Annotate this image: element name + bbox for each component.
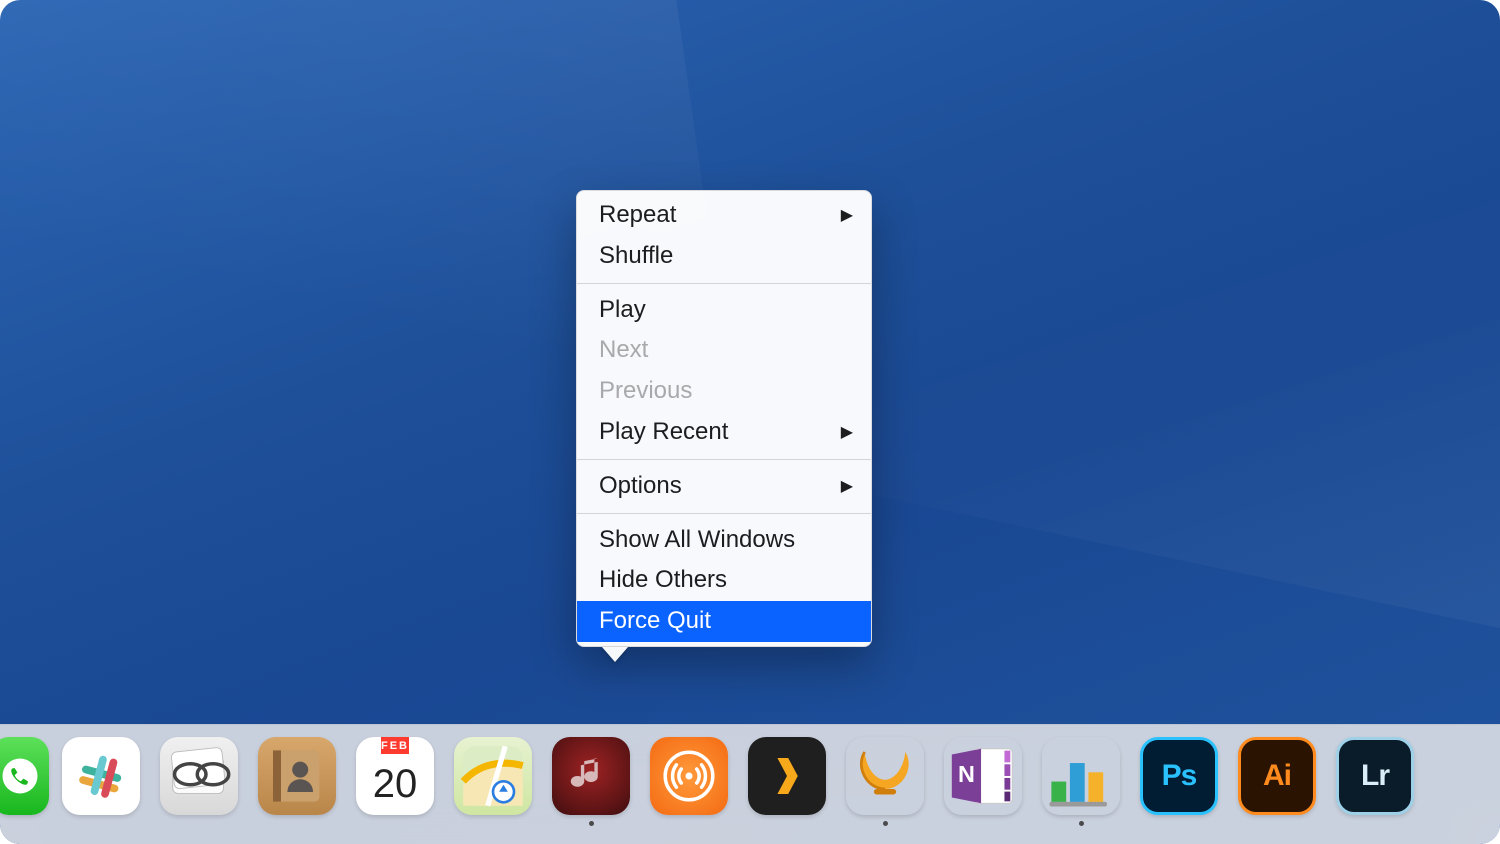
dock-app-onenote[interactable]: N [940, 737, 1026, 826]
menu-item-options[interactable]: Options ▶ [577, 466, 871, 507]
dock-app-slack[interactable] [58, 737, 144, 826]
menu-item-label: Play [599, 293, 646, 328]
menu-item-next: Next [577, 330, 871, 371]
menu-item-label: Repeat [599, 198, 676, 233]
dock: FEB 20 [0, 724, 1500, 844]
menu-item-previous: Previous [577, 371, 871, 412]
submenu-chevron-icon: ▶ [841, 475, 853, 498]
dock-app-illustrator[interactable]: Ai [1234, 737, 1320, 826]
dock-app-prettytunes[interactable] [842, 737, 928, 826]
menu-item-show-all-windows[interactable]: Show All Windows [577, 520, 871, 561]
dock-app-calendar[interactable]: FEB 20 [352, 737, 438, 826]
readkit-icon [160, 737, 238, 815]
menu-item-hide-others[interactable]: Hide Others [577, 560, 871, 601]
illustrator-label: Ai [1263, 759, 1291, 793]
facetime-icon [0, 737, 49, 815]
dock-app-numbers[interactable] [1038, 737, 1124, 826]
calendar-month-label: FEB [381, 737, 409, 754]
dock-app-readkit[interactable] [156, 737, 242, 826]
contacts-icon [258, 737, 336, 815]
menu-item-label: Shuffle [599, 239, 673, 274]
dock-context-menu: Repeat ▶ Shuffle Play Next Previous Play… [576, 190, 872, 662]
running-indicator [1079, 821, 1084, 826]
submenu-chevron-icon: ▶ [841, 204, 853, 227]
dock-app-facetime[interactable] [0, 737, 46, 826]
lightroom-label: Lr [1361, 759, 1389, 793]
dock-app-plex[interactable] [744, 737, 830, 826]
maps-icon [454, 737, 532, 815]
submenu-chevron-icon: ▶ [841, 421, 853, 444]
context-menu-tail [602, 647, 628, 662]
menu-item-label: Play Recent [599, 415, 728, 450]
menu-item-label: Options [599, 469, 682, 504]
photoshop-label: Ps [1162, 759, 1197, 793]
menu-item-play[interactable]: Play [577, 290, 871, 331]
menu-item-repeat[interactable]: Repeat ▶ [577, 195, 871, 236]
calendar-day-label: 20 [373, 754, 418, 815]
menu-separator [577, 459, 871, 460]
menu-item-play-recent[interactable]: Play Recent ▶ [577, 412, 871, 453]
dock-app-lightroom[interactable]: Lr [1332, 737, 1418, 826]
menu-item-label: Next [599, 333, 648, 368]
itunes-icon [552, 737, 630, 815]
running-indicator [883, 821, 888, 826]
lightroom-icon: Lr [1336, 737, 1414, 815]
onenote-icon: N [944, 737, 1022, 815]
numbers-icon [1042, 737, 1120, 815]
menu-item-label: Hide Others [599, 563, 727, 598]
menu-item-label: Force Quit [599, 604, 711, 639]
menu-separator [577, 513, 871, 514]
running-indicator [589, 821, 594, 826]
svg-text:N: N [958, 761, 975, 787]
menu-item-shuffle[interactable]: Shuffle [577, 236, 871, 277]
photoshop-icon: Ps [1140, 737, 1218, 815]
dock-app-itunes[interactable] [548, 737, 634, 826]
overcast-icon [650, 737, 728, 815]
dock-app-photoshop[interactable]: Ps [1136, 737, 1222, 826]
calendar-icon: FEB 20 [356, 737, 434, 815]
plex-icon [748, 737, 826, 815]
slack-icon [62, 737, 140, 815]
menu-item-label: Previous [599, 374, 692, 409]
illustrator-icon: Ai [1238, 737, 1316, 815]
lyre-icon [846, 737, 924, 815]
menu-item-label: Show All Windows [599, 523, 795, 558]
context-menu-panel: Repeat ▶ Shuffle Play Next Previous Play… [576, 190, 872, 647]
dock-app-overcast[interactable] [646, 737, 732, 826]
menu-separator [577, 283, 871, 284]
menu-item-force-quit[interactable]: Force Quit [577, 601, 871, 642]
dock-app-maps[interactable] [450, 737, 536, 826]
dock-app-contacts[interactable] [254, 737, 340, 826]
